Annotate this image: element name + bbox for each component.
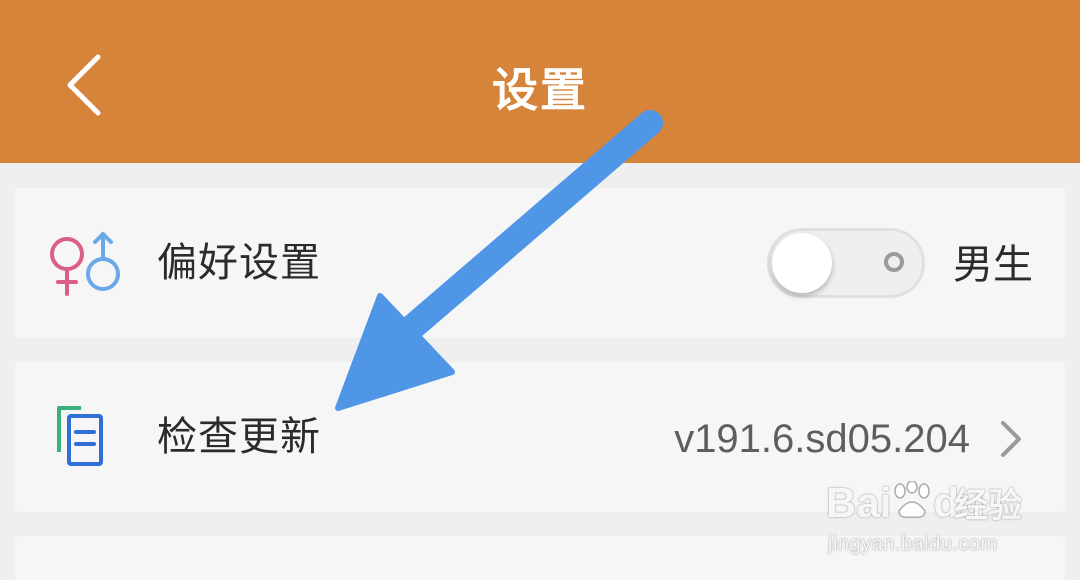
top-bar: 设置 [0,0,1080,163]
settings-screen: 设置 偏好设置 男生 检查更新 v191.6.sd05.204 Bai du 经… [0,0,1080,580]
page-title: 设置 [492,63,588,117]
toggle-off-indicator-icon [884,252,904,272]
version-value: v191.6.sd05.204 [674,417,970,461]
chevron-right-icon [1001,421,1021,457]
gender-toggle[interactable] [767,228,925,298]
gender-value: 男生 [953,242,1033,288]
document-copy-icon [45,402,125,472]
preference-settings-label: 偏好设置 [157,240,321,286]
preference-settings-row[interactable]: 偏好设置 男生 [15,188,1065,338]
gender-symbols-icon [45,228,125,298]
toggle-knob [772,233,832,293]
check-update-row[interactable]: 检查更新 v191.6.sd05.204 [15,362,1065,512]
check-update-label: 检查更新 [157,414,321,460]
settings-row-partial[interactable] [15,536,1065,580]
